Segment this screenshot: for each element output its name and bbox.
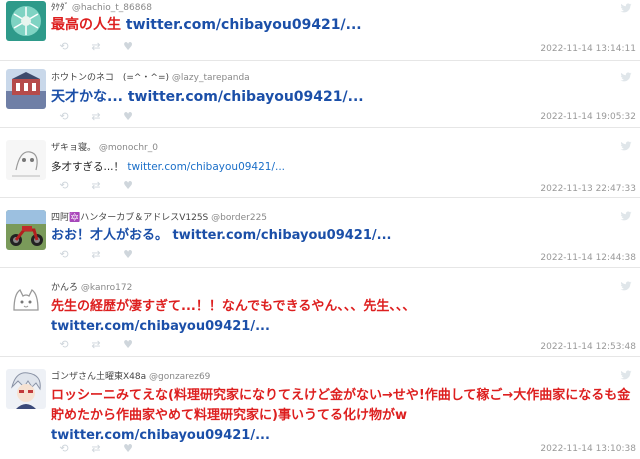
tweet-meta: ザキョ寝。 @monochr_0	[51, 140, 158, 153]
timestamp[interactable]: 2022-11-14 12:44:38	[540, 253, 636, 263]
tweet-link[interactable]: twitter.com/chibayou09421/...	[126, 17, 362, 33]
reply-icon[interactable]: ⟲	[57, 40, 71, 53]
tweet-link[interactable]: twitter.com/chibayou09421/...	[128, 89, 364, 105]
heart-icon[interactable]: ♥	[121, 179, 135, 192]
avatar-image	[6, 369, 46, 409]
tweet-actions: ⟲ ⇄ ♥	[57, 179, 135, 192]
tweet-meta: ホウトンのネコ (=^・^=) @lazy_tarepanda	[51, 70, 250, 83]
twitter-bird-icon[interactable]	[620, 2, 632, 14]
timestamp[interactable]: 2022-11-14 13:10:38	[540, 444, 636, 454]
user-handle[interactable]: @monochr_0	[99, 143, 158, 153]
tweet-body: 天才かな...	[51, 89, 123, 105]
tweet-text: 最高の人生 twitter.com/chibayou09421/...	[51, 15, 634, 35]
reply-icon[interactable]: ⟲	[57, 442, 71, 455]
retweet-icon[interactable]: ⇄	[89, 442, 103, 455]
twitter-bird-icon[interactable]	[620, 369, 632, 381]
heart-icon[interactable]: ♥	[121, 110, 135, 123]
twitter-bird-icon[interactable]	[620, 280, 632, 292]
user-name[interactable]: ﾀｹﾀﾞ	[51, 3, 69, 13]
tweet-text: ロッシーニみてえな(料理研究家になりてえけど金がない→せや!作曲して稼ご→大作曲…	[51, 386, 634, 446]
tweet-text: おお！才人がおる。 twitter.com/chibayou09421/...	[51, 226, 634, 246]
reply-icon[interactable]: ⟲	[57, 248, 71, 261]
user-handle[interactable]: @lazy_tarepanda	[172, 73, 250, 83]
avatar[interactable]	[6, 210, 46, 250]
timestamp[interactable]: 2022-11-14 12:53:48	[540, 342, 636, 352]
reply-icon[interactable]: ⟲	[57, 179, 71, 192]
tweet-text: 多才すぎる...！ twitter.com/chibayou09421/...	[51, 157, 634, 177]
user-handle[interactable]: @hachio_t_86868	[72, 3, 152, 13]
tweet-body: 多才すぎる...！	[51, 161, 125, 173]
tweet-link[interactable]: twitter.com/chibayou09421/...	[51, 428, 270, 443]
heart-icon[interactable]: ♥	[121, 248, 135, 261]
timestamp[interactable]: 2022-11-14 13:14:11	[540, 44, 636, 54]
avatar-image	[6, 69, 46, 109]
tweet-body: 先生の経歴が凄すぎて...！！なんでもできるやん、、、先生、、、	[51, 299, 416, 314]
user-name[interactable]: ザキョ寝。	[51, 143, 96, 153]
tweet-meta: ゴンザさん土曜東X48a @gonzarez69	[51, 369, 210, 382]
twitter-bird-icon[interactable]	[620, 210, 632, 222]
user-name[interactable]: 四阿🔯ハンターカブ＆アドレスV125S	[51, 213, 208, 223]
user-name[interactable]: ゴンザさん土曜東X48a	[51, 372, 146, 382]
tweet-actions: ⟲ ⇄ ♥	[57, 338, 135, 351]
avatar-image	[6, 1, 46, 41]
timestamp[interactable]: 2022-11-14 19:05:32	[540, 112, 636, 122]
tweet-link[interactable]: twitter.com/chibayou09421/...	[173, 228, 392, 243]
tweet-body: ロッシーニみてえな(料理研究家になりてえけど金がない→せや!作曲して稼ご→大作曲…	[51, 388, 631, 423]
tweet-actions: ⟲ ⇄ ♥	[57, 40, 135, 53]
avatar[interactable]	[6, 1, 46, 41]
user-handle[interactable]: @border225	[211, 213, 267, 223]
tweet-body: おお！才人がおる。	[51, 228, 169, 243]
tweet-item: 四阿🔯ハンターカブ＆アドレスV125S @border225 おお！才人がおる。…	[0, 198, 640, 268]
reply-icon[interactable]: ⟲	[57, 338, 71, 351]
tweet-meta: ﾀｹﾀﾞ @hachio_t_86868	[51, 0, 152, 13]
tweet-actions: ⟲ ⇄ ♥	[57, 110, 135, 123]
tweet-meta: 四阿🔯ハンターカブ＆アドレスV125S @border225	[51, 210, 267, 223]
avatar[interactable]	[6, 280, 46, 320]
tweet-item: ﾀｹﾀﾞ @hachio_t_86868 最高の人生 twitter.com/c…	[0, 0, 640, 61]
retweet-icon[interactable]: ⇄	[89, 110, 103, 123]
twitter-bird-icon[interactable]	[620, 71, 632, 83]
heart-icon[interactable]: ♥	[121, 442, 135, 455]
avatar[interactable]	[6, 140, 46, 180]
tweet-meta: かんろ @kanro172	[51, 280, 132, 293]
avatar-image	[6, 280, 46, 320]
tweet-actions: ⟲ ⇄ ♥	[57, 442, 135, 455]
tweet-link[interactable]: twitter.com/chibayou09421/...	[127, 161, 285, 173]
retweet-icon[interactable]: ⇄	[89, 248, 103, 261]
tweet-link[interactable]: twitter.com/chibayou09421/...	[51, 319, 270, 334]
tweet-feed: ﾀｹﾀﾞ @hachio_t_86868 最高の人生 twitter.com/c…	[0, 0, 640, 459]
retweet-icon[interactable]: ⇄	[89, 338, 103, 351]
retweet-icon[interactable]: ⇄	[89, 40, 103, 53]
heart-icon[interactable]: ♥	[121, 338, 135, 351]
avatar[interactable]	[6, 69, 46, 109]
user-name[interactable]: ホウトンのネコ (=^・^=)	[51, 73, 169, 83]
tweet-actions: ⟲ ⇄ ♥	[57, 248, 135, 261]
tweet-item: ゴンザさん土曜東X48a @gonzarez69 ロッシーニみてえな(料理研究家…	[0, 357, 640, 459]
tweet-item: かんろ @kanro172 先生の経歴が凄すぎて...！！なんでもできるやん、、…	[0, 268, 640, 357]
avatar-image	[6, 140, 46, 180]
tweet-text: 天才かな... twitter.com/chibayou09421/...	[51, 87, 634, 107]
tweet-text: 先生の経歴が凄すぎて...！！なんでもできるやん、、、先生、、、 twitter…	[51, 297, 634, 337]
user-handle[interactable]: @kanro172	[81, 283, 132, 293]
user-name[interactable]: かんろ	[51, 283, 78, 293]
avatar-image	[6, 210, 46, 250]
tweet-body: 最高の人生	[51, 17, 121, 33]
user-handle[interactable]: @gonzarez69	[149, 372, 210, 382]
heart-icon[interactable]: ♥	[121, 40, 135, 53]
tweet-item: ホウトンのネコ (=^・^=) @lazy_tarepanda 天才かな... …	[0, 61, 640, 128]
tweet-item: ザキョ寝。 @monochr_0 多才すぎる...！ twitter.com/c…	[0, 128, 640, 198]
timestamp[interactable]: 2022-11-13 22:47:33	[540, 184, 636, 194]
retweet-icon[interactable]: ⇄	[89, 179, 103, 192]
twitter-bird-icon[interactable]	[620, 140, 632, 152]
reply-icon[interactable]: ⟲	[57, 110, 71, 123]
avatar[interactable]	[6, 369, 46, 409]
